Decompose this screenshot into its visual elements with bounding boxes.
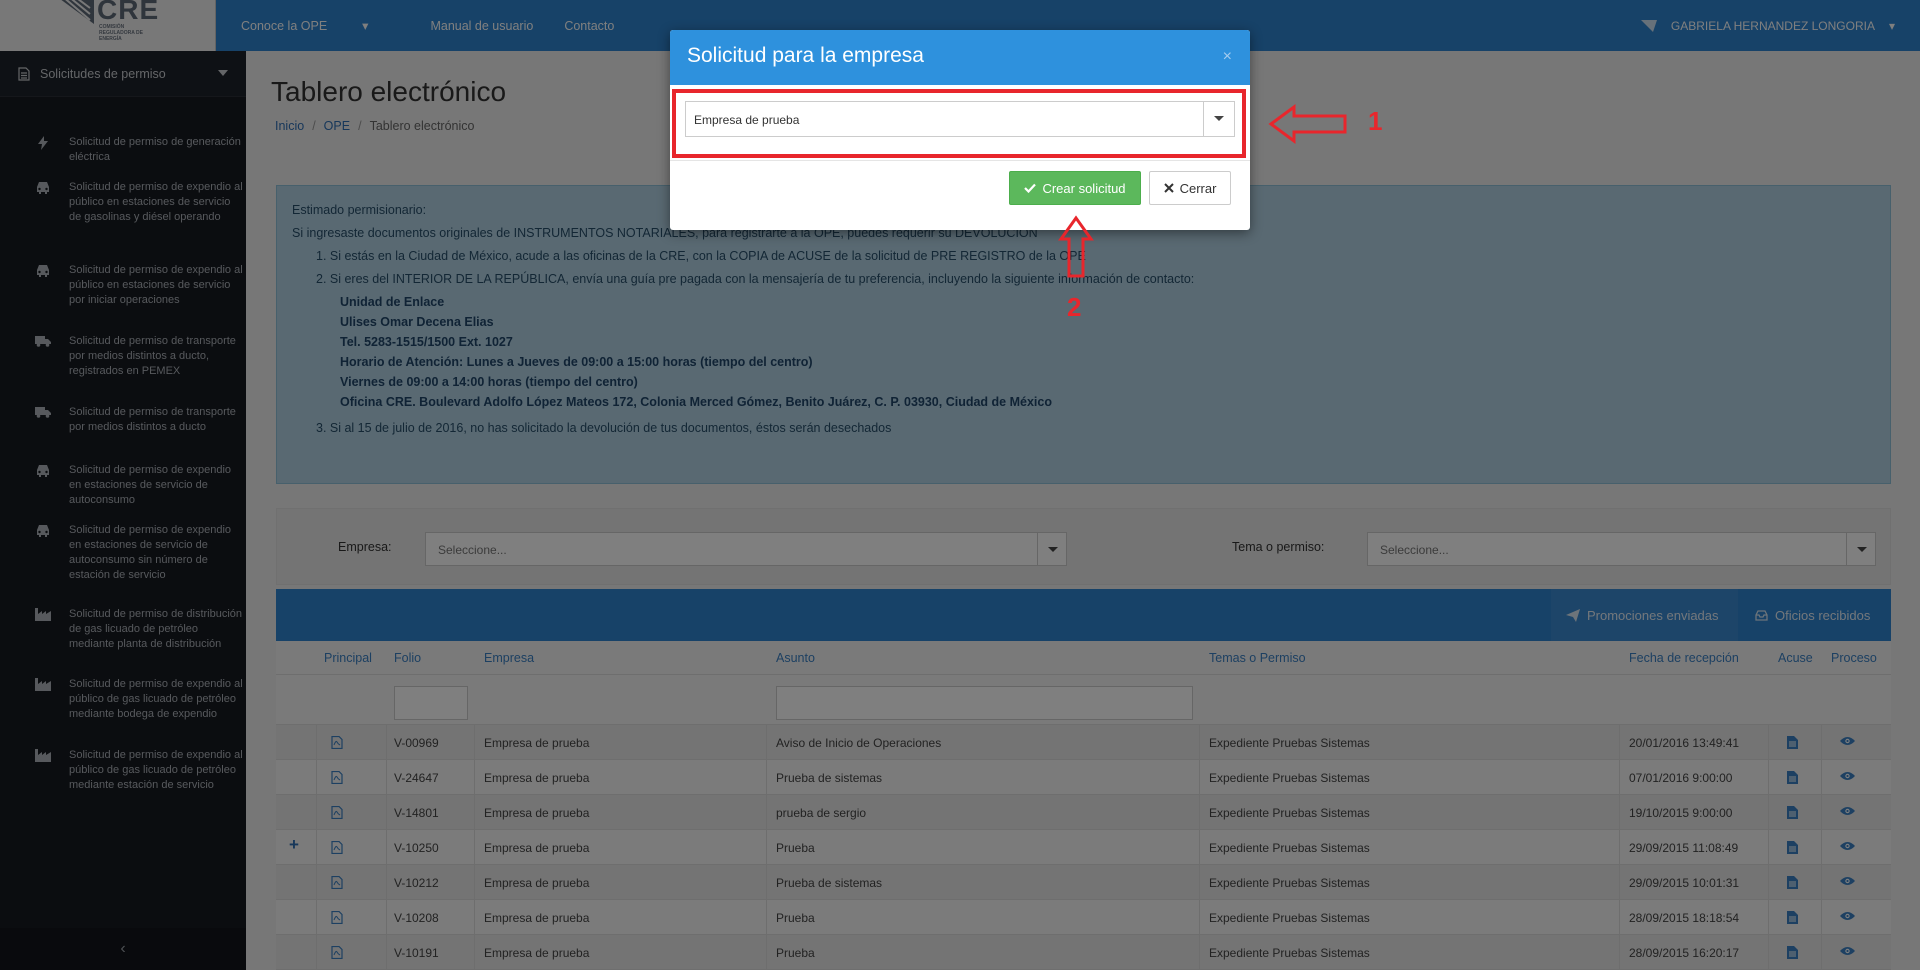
highlight-box-1 [672,89,1246,158]
crear-solicitud-button[interactable]: Crear solicitud [1009,171,1141,205]
annotation-arrow-up-icon [1058,215,1094,278]
cerrar-label: Cerrar [1179,180,1217,196]
modal-header: Solicitud para la empresa × [670,30,1250,85]
annotation-arrow-left-icon [1268,104,1347,144]
annotation-label-1: 1 [1368,106,1383,136]
check-icon [1024,183,1037,193]
close-icon[interactable]: × [1223,48,1232,66]
cerrar-button[interactable]: Cerrar [1149,171,1231,205]
modal-title: Solicitud para la empresa [687,44,924,67]
crear-solicitud-label: Crear solicitud [1042,180,1126,196]
times-icon [1163,183,1174,193]
annotation-label-2: 2 [1067,292,1082,322]
